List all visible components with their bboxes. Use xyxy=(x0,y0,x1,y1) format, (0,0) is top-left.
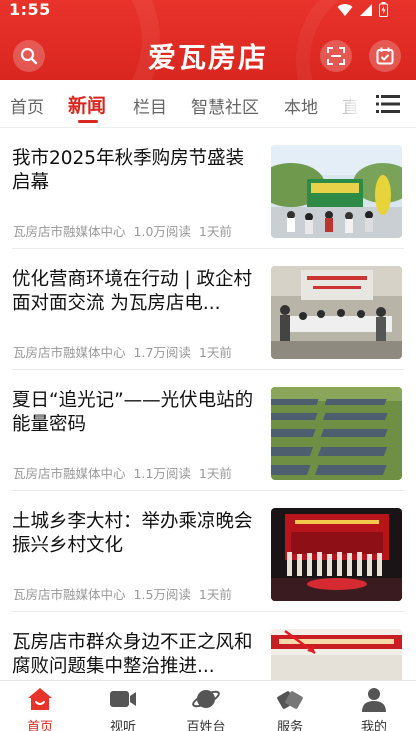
planet-icon xyxy=(192,690,220,708)
news-reads: 1.1万阅读 xyxy=(133,466,191,481)
tab-smart-community[interactable]: 智慧社区 xyxy=(191,93,259,118)
news-source: 瓦房店市融媒体中心 xyxy=(13,345,126,360)
news-source: 瓦房店市融媒体中心 xyxy=(13,224,126,239)
news-item[interactable]: 夏日“追光记”——光伏电站的能量密码 瓦房店市融媒体中心 1.1万阅读 1天前 xyxy=(0,370,416,491)
nav-label: 服务 xyxy=(276,720,303,731)
status-bar: 1:55 xyxy=(0,0,416,20)
tab-fade xyxy=(318,80,366,126)
news-time: 1天前 xyxy=(198,587,232,602)
nav-label: 我的 xyxy=(360,720,387,731)
news-meta: 瓦房店市融媒体中心 1.0万阅读 1天前 xyxy=(13,221,240,240)
status-icons xyxy=(337,2,388,17)
news-meta: 瓦房店市融媒体中心 1.1万阅读 1天前 xyxy=(13,463,240,482)
news-meta: 瓦房店市融媒体中心 1.7万阅读 1天前 xyxy=(13,342,240,361)
video-icon xyxy=(110,691,136,707)
nav-community[interactable]: 百姓台 xyxy=(166,681,246,731)
news-source: 瓦房店市融媒体中心 xyxy=(13,587,126,602)
news-item[interactable]: 优化营商环境在行动 | 政企村面对面交流 为瓦房店电... 瓦房店市融媒体中心 1… xyxy=(0,249,416,370)
user-icon xyxy=(362,688,386,712)
wifi-icon xyxy=(337,3,353,16)
news-time: 1天前 xyxy=(198,345,232,360)
nav-profile[interactable]: 我的 xyxy=(334,681,414,731)
news-title[interactable]: 夏日“追光记”——光伏电站的能量密码 xyxy=(12,389,260,437)
news-title[interactable]: 我市2025年秋季购房节盛装启幕 xyxy=(12,147,260,195)
tab-columns[interactable]: 栏目 xyxy=(133,93,167,118)
nav-video[interactable]: 视听 xyxy=(83,681,163,731)
news-meta: 瓦房店市融媒体中心 1.5万阅读 1天前 xyxy=(13,584,240,603)
active-tab-indicator xyxy=(78,120,98,123)
news-item[interactable]: 土城乡李大村：举办乘凉晚会 振兴乡村文化 瓦房店市融媒体中心 1.5万阅读 1天前 xyxy=(0,491,416,612)
news-title[interactable]: 优化营商环境在行动 | 政企村面对面交流 为瓦房店电... xyxy=(12,268,260,316)
signal-icon xyxy=(360,3,372,16)
news-reads: 1.0万阅读 xyxy=(133,224,191,239)
news-thumbnail[interactable] xyxy=(271,629,402,680)
nav-home[interactable]: 首页 xyxy=(0,681,80,731)
news-source: 瓦房店市融媒体中心 xyxy=(13,466,126,481)
nav-label: 首页 xyxy=(26,720,53,731)
nav-label: 百姓台 xyxy=(186,720,226,731)
news-thumbnail[interactable] xyxy=(271,508,402,601)
scan-icon xyxy=(327,47,345,65)
app-title: 爱瓦房店 xyxy=(147,41,268,74)
category-tabs: 首页 新闻 栏目 智慧社区 本地 直 xyxy=(0,80,416,128)
news-thumbnail[interactable] xyxy=(271,387,402,480)
battery-icon xyxy=(379,2,388,17)
home-icon xyxy=(28,688,52,710)
calendar-check-icon xyxy=(376,47,394,65)
app-header: 1:55 爱瓦房店 xyxy=(0,0,416,80)
news-thumbnail[interactable] xyxy=(271,145,402,238)
tab-home[interactable]: 首页 xyxy=(10,93,44,118)
bottom-nav: 首页 视听 百姓台 服务 我的 xyxy=(0,680,416,731)
news-item[interactable]: 瓦房店市群众身边不正之风和腐败问题集中整治推进... xyxy=(0,612,416,680)
news-time: 1天前 xyxy=(198,466,232,481)
calendar-button[interactable] xyxy=(369,40,401,72)
service-icon xyxy=(277,691,303,709)
news-title[interactable]: 土城乡李大村：举办乘凉晚会 振兴乡村文化 xyxy=(12,510,260,558)
news-title[interactable]: 瓦房店市群众身边不正之风和腐败问题集中整治推进... xyxy=(12,631,260,679)
scan-button[interactable] xyxy=(320,40,352,72)
nav-label: 视听 xyxy=(109,720,136,731)
tab-news[interactable]: 新闻 xyxy=(68,91,106,118)
nav-services[interactable]: 服务 xyxy=(250,681,330,731)
news-item[interactable]: 我市2025年秋季购房节盛装启幕 瓦房店市融媒体中心 1.0万阅读 1天前 xyxy=(0,128,416,249)
tab-local[interactable]: 本地 xyxy=(284,93,318,118)
news-feed: 我市2025年秋季购房节盛装启幕 瓦房店市融媒体中心 1.0万阅读 1天前 优化营商… xyxy=(0,128,416,680)
news-reads: 1.5万阅读 xyxy=(133,587,191,602)
news-thumbnail[interactable] xyxy=(271,266,402,359)
menu-icon[interactable] xyxy=(376,94,400,114)
status-time: 1:55 xyxy=(9,0,51,19)
news-reads: 1.7万阅读 xyxy=(133,345,191,360)
news-time: 1天前 xyxy=(198,224,232,239)
